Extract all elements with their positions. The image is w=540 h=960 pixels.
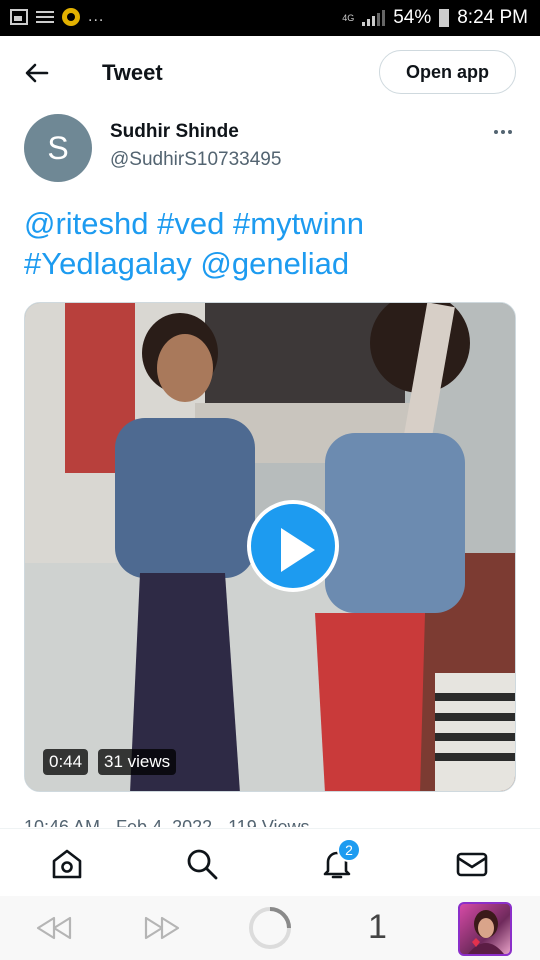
gallery-notification-icon [10,9,28,25]
tab-count[interactable]: 1 [368,908,387,947]
clock: 8:24 PM [457,7,528,28]
tweet-timestamp: 10:46 AM · Feb 4, 2022 · 119 Views [24,817,310,827]
notification-count-badge: 2 [337,838,361,862]
author-name[interactable]: Sudhir Shinde [110,121,239,143]
loading-spinner-icon[interactable] [248,906,292,955]
fast-forward-icon[interactable] [142,912,182,949]
back-arrow-icon[interactable] [22,58,52,88]
video-duration-badge: 0:44 [43,749,89,775]
hashtag-link[interactable]: #Yedlagalay [24,246,192,281]
messages-envelope-icon[interactable] [455,847,489,881]
status-bar: ... 4G 54% 8:24 PM [0,0,540,36]
home-icon[interactable] [50,847,84,881]
list-notification-icon [36,9,54,25]
video-player[interactable]: 0:44 31 views [24,302,516,792]
hashtag-link[interactable]: #mytwinn [233,206,364,241]
signal-icon [362,10,386,26]
video-views-badge: 31 views [98,749,177,775]
app-notification-icon [62,8,80,26]
mention-link[interactable]: @geneliad [200,246,349,281]
more-options-icon[interactable] [490,122,516,142]
author-avatar[interactable]: S [24,114,92,182]
status-notifications: ... [10,8,104,26]
author-handle[interactable]: @SudhirS10733495 [110,149,281,171]
profile-picture-icon [468,910,504,954]
search-icon[interactable] [185,847,219,881]
tweet-meta-line: 10:46 AM · Feb 4, 2022 · 119 Views [24,815,514,827]
page-title: Tweet [102,60,163,85]
network-type-label: 4G [342,12,355,23]
profile-thumbnail[interactable] [458,902,512,956]
browser-toolbar: 1 [0,896,540,960]
bottom-navigation: 2 [0,828,540,897]
battery-icon [439,9,450,27]
more-notifications-indicator: ... [88,8,105,25]
mention-link[interactable]: @riteshd [24,206,149,241]
tweet-text: @riteshd #ved #mytwinn #Yedlagalay @gene… [24,204,514,284]
rewind-icon[interactable] [34,912,74,949]
open-app-button[interactable]: Open app [379,50,516,94]
battery-percent: 54% [393,7,432,28]
top-bar: Tweet Open app [0,36,540,110]
play-button[interactable] [247,500,339,592]
hashtag-link[interactable]: #ved [157,206,224,241]
